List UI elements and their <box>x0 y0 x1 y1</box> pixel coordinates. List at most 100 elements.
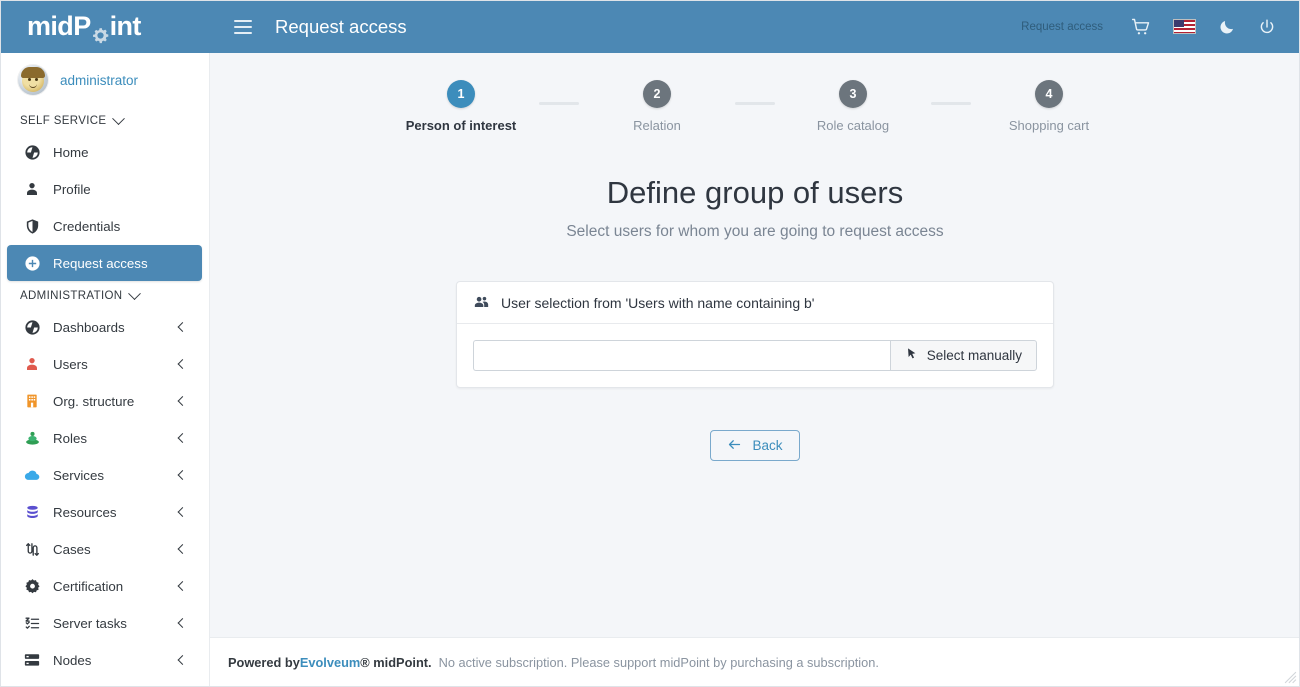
wizard-step-relation[interactable]: 2 Relation <box>579 80 735 133</box>
footer-evolveum-link[interactable]: Evolveum <box>300 655 360 670</box>
step-number: 3 <box>839 80 867 108</box>
chevron-left-icon <box>178 618 188 628</box>
sidebar-item-dashboards[interactable]: Dashboards <box>7 309 202 345</box>
step-label: Relation <box>633 118 681 133</box>
sidebar-item-label: Server tasks <box>53 616 127 631</box>
sidebar-user-panel[interactable]: administrator <box>0 53 209 107</box>
arrow-left-icon <box>727 437 742 455</box>
sidebar-item-label: Credentials <box>53 219 120 234</box>
resize-grip-icon[interactable] <box>1284 671 1297 684</box>
cloud-icon <box>22 466 42 484</box>
chevron-left-icon <box>178 433 188 443</box>
page-title-header: Request access <box>275 16 407 38</box>
sidebar-section-label: ADMINISTRATION <box>20 290 122 302</box>
sidebar-item-resources[interactable]: Resources <box>7 494 202 530</box>
step-label: Person of interest <box>406 118 517 133</box>
sidebar-item-label: Cases <box>53 542 91 557</box>
building-icon <box>22 392 42 410</box>
sidebar-section-administration[interactable]: ADMINISTRATION <box>0 282 209 308</box>
top-navbar: midP int Request access Request access <box>0 0 1300 53</box>
sidebar-item-org-structure[interactable]: Org. structure <box>7 383 202 419</box>
step-connector <box>539 102 579 105</box>
shield-icon <box>22 217 42 235</box>
sidebar-item-certification[interactable]: Certification <box>7 568 202 604</box>
select-manually-button[interactable]: Select manually <box>890 340 1037 371</box>
user-search-input[interactable] <box>473 340 890 371</box>
wizard-step-person-of-interest[interactable]: 1 Person of interest <box>383 80 539 133</box>
user-icon <box>22 180 42 198</box>
select-manually-label: Select manually <box>927 348 1022 363</box>
main-content: 1 Person of interest 2 Relation 3 Role c… <box>210 53 1300 637</box>
chevron-left-icon <box>178 396 188 406</box>
sidebar-item-label: Org. structure <box>53 394 134 409</box>
sidebar-item-label: Profile <box>53 182 91 197</box>
us-flag <box>1173 19 1196 34</box>
sidebar-item-profile[interactable]: Profile <box>7 171 202 207</box>
dashboard-icon <box>22 318 42 336</box>
sidebar-user-name[interactable]: administrator <box>60 73 138 88</box>
sidebar-item-request-access[interactable]: Request access <box>7 245 202 281</box>
cases-arrows-icon <box>22 540 42 558</box>
sidebar-item-services[interactable]: Services <box>7 457 202 493</box>
chevron-left-icon <box>178 359 188 369</box>
wizard-actions: Back <box>210 430 1300 461</box>
chevron-left-icon <box>178 544 188 554</box>
dark-mode-moon-icon[interactable] <box>1218 18 1236 36</box>
sidebar-item-label: Nodes <box>53 653 91 668</box>
wizard-step-shopping-cart[interactable]: 4 Shopping cart <box>971 80 1127 133</box>
step-number: 1 <box>447 80 475 108</box>
sidebar-item-label: Dashboards <box>53 320 125 335</box>
avatar <box>18 65 48 95</box>
power-logout-icon[interactable] <box>1258 18 1276 36</box>
sidebar-item-credentials[interactable]: Credentials <box>7 208 202 244</box>
dashboard-icon <box>22 143 42 161</box>
step-label: Role catalog <box>817 118 889 133</box>
chevron-left-icon <box>178 581 188 591</box>
sidebar-item-roles[interactable]: Roles <box>7 420 202 456</box>
step-label: Shopping cart <box>1009 118 1089 133</box>
users-group-icon <box>473 294 490 311</box>
page-subtitle: Select users for whom you are going to r… <box>210 223 1300 241</box>
sidebar-item-label: Roles <box>53 431 87 446</box>
sidebar-item-home[interactable]: Home <box>7 134 202 170</box>
chevron-left-icon <box>178 470 188 480</box>
chevron-down-icon <box>129 287 142 300</box>
chevron-left-icon <box>178 322 188 332</box>
sidebar-item-cases[interactable]: Cases <box>7 531 202 567</box>
sidebar-item-server-tasks[interactable]: Server tasks <box>7 605 202 641</box>
sidebar-section-label: SELF SERVICE <box>20 115 106 127</box>
logo-gear-icon <box>92 20 109 37</box>
topbar-request-access-label[interactable]: Request access <box>1021 21 1103 33</box>
back-button-label: Back <box>752 438 782 453</box>
certification-badge-icon <box>22 577 42 595</box>
footer-brand-suffix: ® midPoint. <box>360 655 431 670</box>
step-connector <box>931 102 971 105</box>
logo-text-p: P <box>73 11 90 42</box>
language-flag-icon[interactable] <box>1173 19 1196 34</box>
footer-subscription-note: No active subscription. Please support m… <box>439 655 879 670</box>
card-body: Select manually <box>457 324 1053 387</box>
server-nodes-icon <box>22 651 42 669</box>
chevron-left-icon <box>178 655 188 665</box>
hamburger-icon[interactable] <box>234 20 252 34</box>
shopping-cart-icon[interactable] <box>1131 17 1151 37</box>
logo-text-int: int <box>110 11 141 42</box>
logo-text-mid: mid <box>27 11 73 42</box>
sidebar-item-label: Home <box>53 145 88 160</box>
sidebar-section-self-service[interactable]: SELF SERVICE <box>0 107 209 133</box>
sidebar-item-label: Certification <box>53 579 123 594</box>
sidebar-item-nodes[interactable]: Nodes <box>7 642 202 678</box>
sidebar-item-users[interactable]: Users <box>7 346 202 382</box>
topbar-right-group: Request access <box>1021 17 1300 37</box>
sidebar-item-label: Users <box>53 357 88 372</box>
sidebar-item-label: Services <box>53 468 104 483</box>
step-connector <box>735 102 775 105</box>
footer: Powered by Evolveum ® midPoint. No activ… <box>210 637 1300 687</box>
app-logo[interactable]: midP int <box>0 0 210 53</box>
back-button[interactable]: Back <box>710 430 799 461</box>
wizard-step-role-catalog[interactable]: 3 Role catalog <box>775 80 931 133</box>
wizard-steps: 1 Person of interest 2 Relation 3 Role c… <box>210 53 1300 133</box>
user-selection-card: User selection from 'Users with name con… <box>456 281 1054 388</box>
sidebar: administrator SELF SERVICE Home <box>0 53 210 687</box>
sidebar-item-label: Resources <box>53 505 117 520</box>
